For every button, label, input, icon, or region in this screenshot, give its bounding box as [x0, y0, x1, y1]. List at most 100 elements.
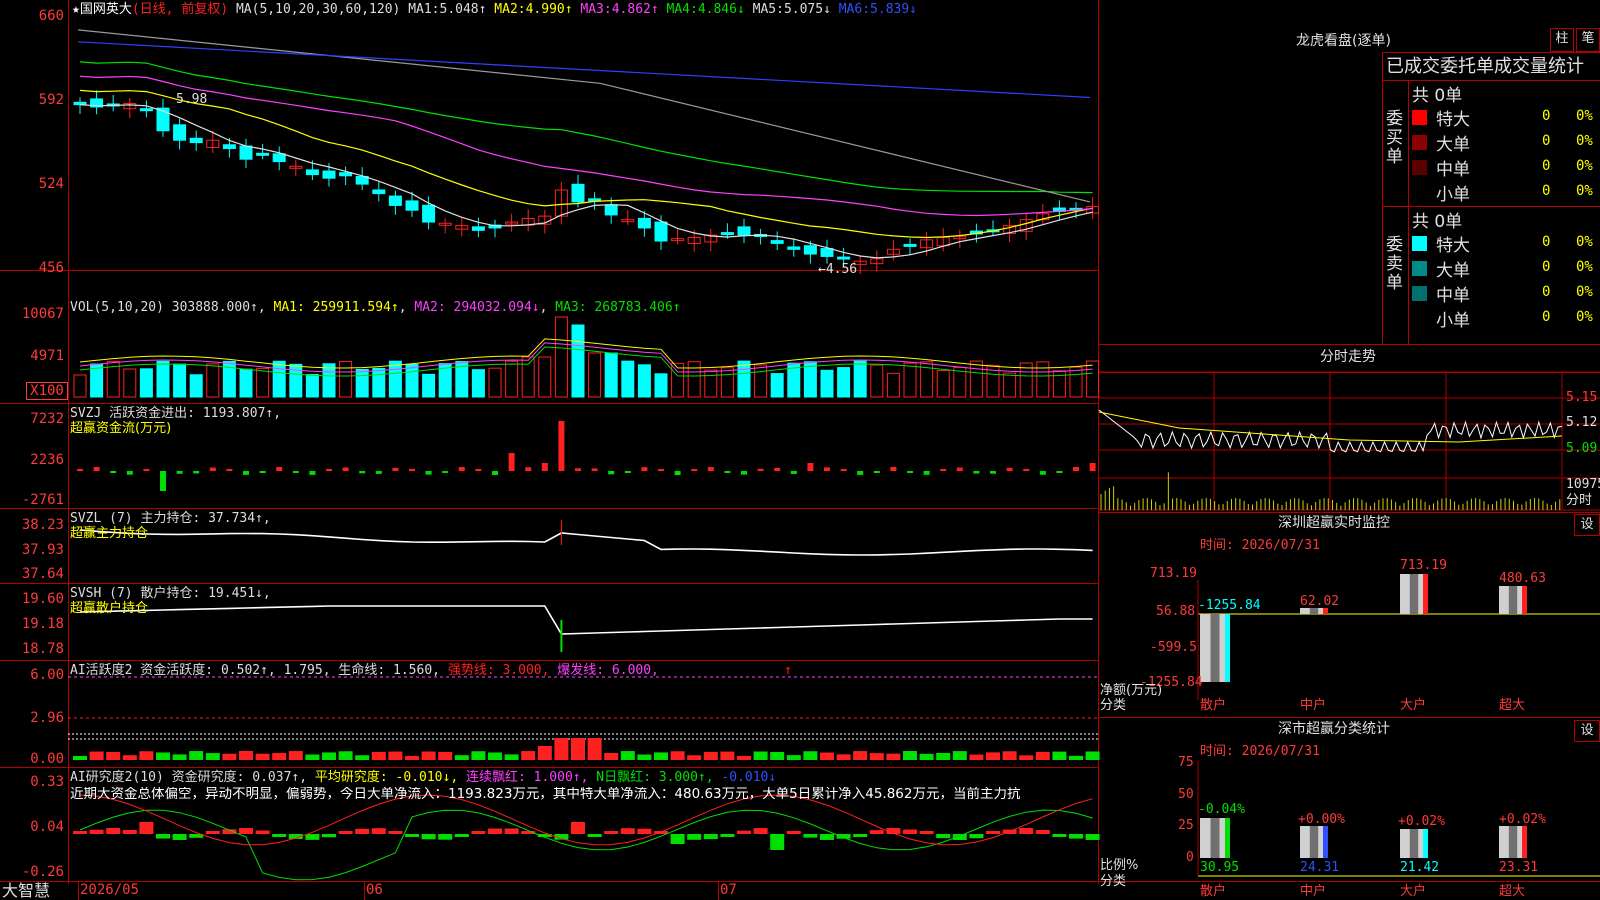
activity-bar — [903, 751, 917, 760]
fundflow-bar — [575, 468, 581, 471]
activity-bar — [803, 751, 818, 760]
svsh-header: SVSH (7) 散户持仓: 19.451↓, — [70, 586, 271, 601]
class-cat-4: 超大 — [1499, 884, 1526, 899]
class-settings-button[interactable]: 设 — [1574, 720, 1600, 742]
research-bar — [969, 834, 984, 839]
monitor-bar-val-4: 480.63 — [1499, 571, 1546, 586]
candle-body — [604, 204, 618, 216]
monitor-ylabel: 净额(万元) — [1100, 683, 1163, 698]
candle-body — [322, 170, 336, 179]
research-bar — [853, 834, 868, 837]
volume-bar — [554, 316, 568, 398]
ai1-strong: 强势线: 3.000, — [447, 663, 550, 678]
sell-special-count: 0 — [1542, 234, 1551, 250]
low-price-marker: ←4.56 — [818, 262, 858, 277]
fundflow-bar — [857, 471, 864, 475]
buy-special-swatch — [1412, 110, 1427, 125]
volume-bar — [1086, 360, 1100, 398]
fundflow-bar — [840, 469, 847, 471]
research-bar — [869, 830, 884, 834]
sell-small-pct: 0% — [1576, 309, 1593, 325]
fundflow-bar — [774, 467, 781, 471]
activity-bar — [255, 753, 270, 760]
candle-body — [820, 248, 834, 257]
candle-body — [588, 198, 602, 202]
volume-bar — [837, 367, 851, 398]
candle-body — [837, 256, 851, 260]
monitor-y-3: -599.5 — [1150, 640, 1197, 655]
buy-large-pct: 0% — [1576, 133, 1593, 149]
research-bar — [952, 834, 967, 840]
research-bar — [371, 828, 386, 834]
class-xlabel: 分类 — [1100, 874, 1127, 889]
activity-bar — [703, 751, 718, 760]
sell-total: 共 0单 — [1412, 212, 1463, 232]
intraday-vol-max: 10975 — [1566, 477, 1600, 492]
fundflow-bar — [309, 471, 316, 475]
activity-bar — [919, 753, 934, 760]
volume-bar — [870, 364, 884, 398]
activity-bar — [554, 738, 569, 760]
fundflow-bar — [558, 421, 565, 471]
research-bar — [604, 831, 619, 834]
class-top-1: -0.04% — [1198, 802, 1245, 817]
research-bar — [720, 834, 735, 837]
activity-bar — [521, 751, 536, 760]
fundflow-bar — [209, 467, 216, 471]
buy-large-swatch — [1412, 135, 1427, 150]
monitor-settings-button[interactable]: 设 — [1574, 514, 1600, 536]
candle-body — [405, 200, 419, 211]
svzl-subtitle: 超赢主力持仓 — [70, 526, 149, 541]
volume-bar — [156, 360, 170, 398]
buy-medium-count: 0 — [1542, 158, 1551, 174]
class-y-25: 25 — [1178, 818, 1194, 833]
candle-body — [372, 189, 386, 195]
fundflow-bar — [425, 471, 432, 475]
volume-bar — [73, 374, 87, 398]
sell-large-count: 0 — [1542, 259, 1551, 275]
research-bar — [587, 834, 602, 837]
volume-bar — [754, 364, 768, 398]
activity-bar — [122, 755, 137, 760]
activity-bar — [338, 751, 353, 760]
sell-medium-pct: 0% — [1576, 284, 1593, 300]
monitor-cat-2: 中户 — [1300, 698, 1327, 713]
candle-body — [787, 246, 801, 250]
sell-large-label: 大单 — [1436, 261, 1470, 281]
vol-value: 303888.000↑ — [171, 300, 258, 315]
vol-ma2: MA2: 294032.094↓ — [414, 300, 540, 315]
research-bar — [986, 831, 1000, 834]
intraday-tab[interactable]: 分时 — [1566, 493, 1592, 508]
class-y-50: 50 — [1178, 787, 1194, 802]
fundflow-bar — [956, 467, 963, 471]
research-bar — [620, 828, 635, 834]
class-bar-mid-shade — [1309, 826, 1319, 858]
research-bar — [255, 830, 270, 834]
activity-bar — [571, 738, 585, 760]
activity-bar — [969, 754, 984, 760]
research-bar — [122, 829, 137, 834]
candlestick-chart[interactable] — [0, 0, 1600, 900]
research-bar — [504, 828, 519, 834]
brand-label[interactable]: 大智慧 — [2, 882, 50, 900]
activity-bar — [836, 754, 851, 760]
activity-bar — [886, 753, 901, 760]
x-axis-date-3: 07 — [720, 882, 737, 898]
volume-bar — [737, 360, 751, 398]
research-bar — [73, 831, 87, 834]
tick-view-button[interactable]: 笔 — [1576, 28, 1600, 52]
monitor-xlabel: 分类 — [1100, 698, 1127, 713]
research-bar — [355, 828, 370, 834]
bar-view-button[interactable]: 柱 — [1550, 28, 1574, 52]
vol-label: VOL(5,10,20) — [70, 300, 164, 315]
research-bar — [1035, 830, 1050, 834]
volume-bar — [538, 356, 552, 398]
fundflow-bar — [990, 471, 996, 474]
monitor-y-1: 713.19 — [1150, 566, 1197, 581]
fundflow-bar — [276, 467, 283, 471]
monitor-bar-val-3: 713.19 — [1400, 558, 1447, 573]
sell-small-count: 0 — [1542, 309, 1551, 325]
volume-bar — [488, 367, 502, 398]
activity-bar — [1085, 751, 1100, 760]
activity-bar — [305, 754, 320, 760]
